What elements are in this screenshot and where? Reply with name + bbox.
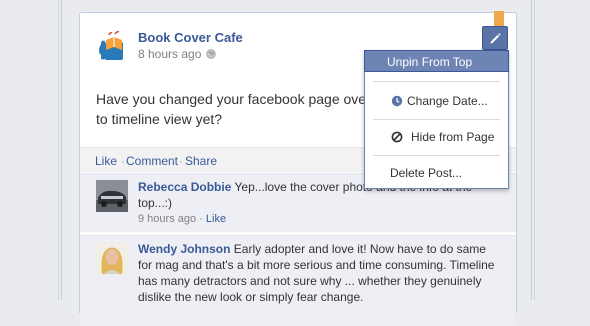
like-link[interactable]: Like: [95, 154, 117, 168]
post-message: Have you changed your facebook page over…: [96, 91, 371, 127]
pencil-icon: [490, 33, 501, 44]
left-rail-line: [58, 0, 59, 300]
comment-link[interactable]: Comment: [126, 154, 178, 168]
unpin-from-top-item[interactable]: Unpin From Top: [364, 50, 509, 72]
hide-from-page-item[interactable]: Hide from Page: [365, 126, 508, 148]
avatar[interactable]: [96, 180, 128, 212]
menu-item-label: Unpin From Top: [387, 55, 473, 69]
clock-icon: [391, 95, 403, 107]
action-separator: ·: [121, 154, 125, 168]
share-link[interactable]: Share: [185, 154, 217, 168]
block-icon: [391, 131, 403, 143]
delete-post-item[interactable]: Delete Post...: [365, 162, 508, 184]
comment-item: Wendy Johnson Early adopter and love it!…: [80, 235, 516, 326]
comment-body: Wendy Johnson Early adopter and love it!…: [138, 241, 498, 305]
timeline-post-card: Book Cover Cafe 8 hours ago Have you cha…: [79, 11, 517, 326]
left-rail-line-inner: [61, 0, 62, 300]
globe-icon: [206, 49, 216, 59]
comment-author-link[interactable]: Wendy Johnson: [138, 242, 230, 256]
menu-item-label: Hide from Page: [411, 130, 495, 144]
action-separator: ·: [179, 154, 183, 168]
page-name-link[interactable]: Book Cover Cafe: [138, 30, 243, 45]
post-timestamp[interactable]: 8 hours ago: [138, 47, 201, 61]
comment-meta: 9 hours ago · Like: [138, 211, 498, 227]
menu-divider: [373, 81, 500, 82]
avatar[interactable]: [96, 242, 128, 274]
change-date-item[interactable]: Change Date...: [365, 90, 508, 112]
comment-timestamp[interactable]: 9 hours ago: [138, 213, 196, 225]
meta-separator: ·: [199, 213, 203, 225]
menu-divider: [373, 155, 500, 156]
right-rail-line-inner: [531, 0, 532, 300]
right-rail-line: [534, 0, 535, 300]
menu-item-label: Delete Post...: [390, 166, 463, 180]
comment-author-link[interactable]: Rebecca Dobbie: [138, 180, 231, 194]
page-logo[interactable]: [95, 28, 135, 68]
edit-post-button[interactable]: [482, 26, 508, 50]
comment-like-link[interactable]: Like: [206, 213, 226, 225]
menu-divider: [373, 119, 500, 120]
menu-item-label: Change Date...: [407, 94, 488, 108]
post-options-menu: Unpin From Top Change Date... Hide from …: [364, 50, 509, 189]
